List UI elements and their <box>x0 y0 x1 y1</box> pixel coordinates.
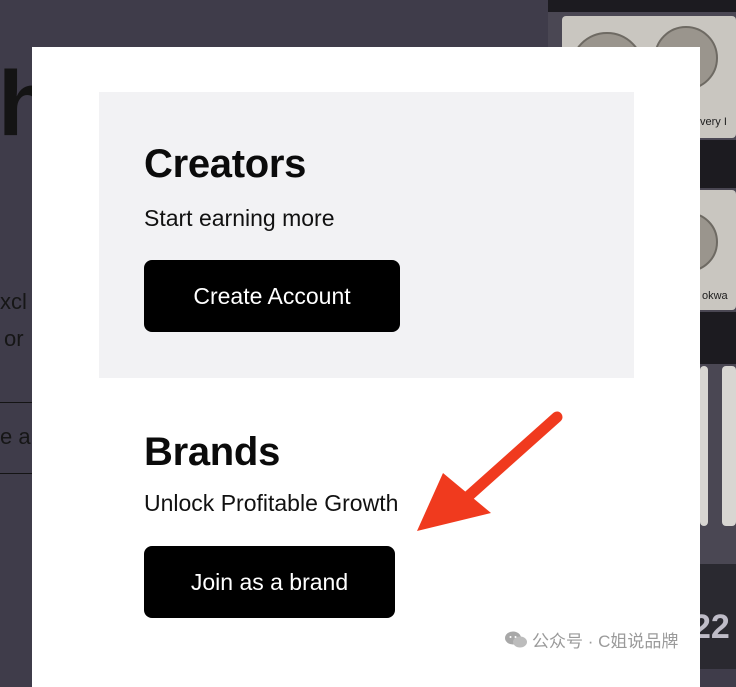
creators-panel: Creators Start earning more Create Accou… <box>99 92 634 378</box>
product-label: okwa <box>702 290 728 302</box>
creators-subtitle: Start earning more <box>144 205 335 231</box>
product-label: very I <box>700 116 727 128</box>
join-as-brand-button[interactable]: Join as a brand <box>144 546 395 618</box>
creators-title: Creators <box>144 142 307 186</box>
background-paragraph-line: or <box>4 326 24 351</box>
signup-modal: Creators Start earning more Create Accou… <box>32 47 700 687</box>
watermark-text: 公众号 · C姐说品牌 <box>532 632 679 651</box>
background-input-text: e a <box>0 424 31 449</box>
background-paragraph-line: xcl <box>0 289 27 314</box>
create-account-button[interactable]: Create Account <box>144 260 400 332</box>
brands-title: Brands <box>144 430 281 474</box>
background-strip-top <box>548 0 736 12</box>
wechat-icon <box>505 631 527 647</box>
product-card-edge <box>722 366 736 526</box>
product-card-edge <box>700 366 708 526</box>
brands-subtitle: Unlock Profitable Growth <box>144 490 399 516</box>
watermark: 公众号 · C姐说品牌 <box>504 627 678 652</box>
